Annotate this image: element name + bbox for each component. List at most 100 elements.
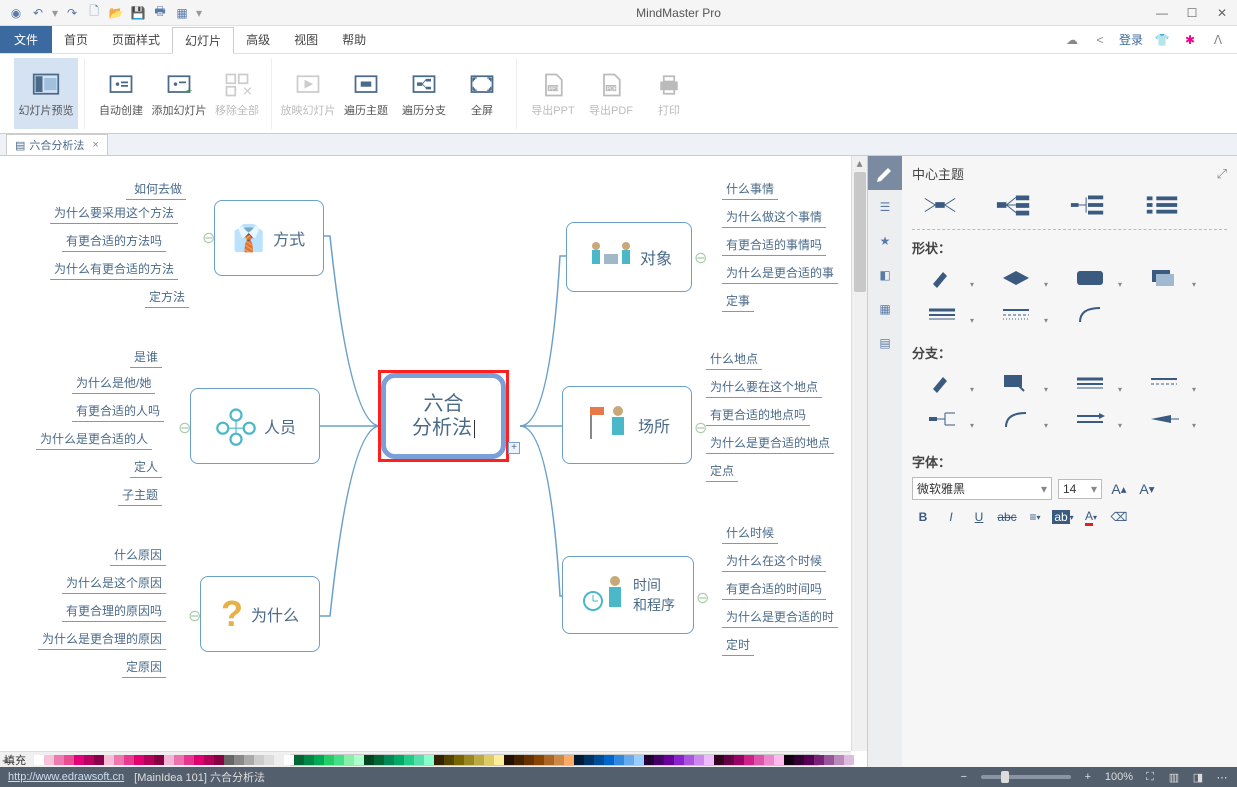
shadow-button[interactable]: ▾ (1134, 263, 1194, 293)
swatch[interactable] (784, 755, 794, 765)
swatch[interactable] (834, 755, 844, 765)
swatch[interactable] (614, 755, 624, 765)
swatch[interactable] (244, 755, 254, 765)
swatch[interactable] (154, 755, 164, 765)
swatch[interactable] (654, 755, 664, 765)
font-color-button[interactable]: A▾ (1080, 506, 1102, 528)
sub-object-4[interactable]: 定事 (722, 290, 754, 312)
sidetab-clip[interactable]: ◧ (868, 258, 902, 292)
swatch[interactable] (604, 755, 614, 765)
dash-style[interactable]: ▾ (986, 299, 1046, 329)
swatch[interactable] (724, 755, 734, 765)
swatch[interactable] (144, 755, 154, 765)
shape-selector[interactable]: ▾ (986, 263, 1046, 293)
swatch[interactable] (624, 755, 634, 765)
swatch[interactable] (504, 755, 514, 765)
cloud-icon[interactable]: ☁ (1063, 31, 1081, 49)
swatch[interactable] (714, 755, 724, 765)
swatch[interactable] (474, 755, 484, 765)
branch-why[interactable]: ? 为什么 (200, 576, 320, 652)
branch-format[interactable]: ▾ (986, 368, 1046, 398)
swatch[interactable] (214, 755, 224, 765)
globe-icon[interactable]: ◉ (8, 5, 24, 21)
panel-toggle-icon[interactable]: ◨ (1191, 770, 1205, 784)
swatch[interactable] (364, 755, 374, 765)
swatch[interactable] (164, 755, 174, 765)
swatch[interactable] (94, 755, 104, 765)
collapse-icon[interactable]: ⊖ (696, 588, 709, 608)
increase-font-button[interactable]: A▴ (1108, 478, 1130, 500)
swatch[interactable] (634, 755, 644, 765)
swatch[interactable] (764, 755, 774, 765)
branch-fill[interactable]: ▾ (912, 368, 972, 398)
swatch[interactable] (704, 755, 714, 765)
swatch[interactable] (124, 755, 134, 765)
swatch[interactable] (644, 755, 654, 765)
font-size-select[interactable]: 14▾ (1058, 479, 1102, 499)
swatch[interactable] (254, 755, 264, 765)
sub-time-1[interactable]: 为什么在这个时候 (722, 550, 826, 572)
underline-button[interactable]: U (968, 506, 990, 528)
swatch[interactable] (344, 755, 354, 765)
sub-method-0[interactable]: 如何去做 (126, 178, 186, 200)
style-org[interactable] (1060, 191, 1116, 219)
close-tab-icon[interactable]: × (92, 139, 98, 151)
fill-color-button[interactable]: ▾ (912, 263, 972, 293)
palette-swatches[interactable] (34, 755, 854, 765)
swatch[interactable] (274, 755, 284, 765)
center-topic-text[interactable]: 六合 分析法 (381, 373, 506, 459)
swatch[interactable] (454, 755, 464, 765)
sub-why-1[interactable]: 为什么是这个原因 (62, 572, 166, 594)
swatch[interactable] (414, 755, 424, 765)
swatch[interactable] (114, 755, 124, 765)
style-radial[interactable] (912, 191, 968, 219)
more-icon[interactable]: ⋯ (1215, 770, 1229, 784)
zoom-in-icon[interactable]: + (1081, 770, 1095, 784)
collapse-icon[interactable]: ⊖ (188, 606, 201, 626)
line-style[interactable]: ▾ (912, 299, 972, 329)
document-tab[interactable]: ▤ 六合分析法 × (6, 134, 108, 155)
redo-icon[interactable]: ↷ (64, 5, 80, 21)
sub-people-3[interactable]: 为什么是更合适的人 (36, 428, 152, 450)
tab-home[interactable]: 首页 (52, 26, 100, 53)
sidetab-badge[interactable]: ★ (868, 224, 902, 258)
save-icon[interactable]: 💾 (130, 5, 146, 21)
swatch[interactable] (394, 755, 404, 765)
swatch[interactable] (754, 755, 764, 765)
swatch[interactable] (534, 755, 544, 765)
sub-people-5[interactable]: 子主题 (118, 484, 162, 506)
sidetab-calendar[interactable]: ▤ (868, 326, 902, 360)
swatch[interactable] (664, 755, 674, 765)
swatch[interactable] (84, 755, 94, 765)
rounded-rect[interactable]: ▾ (1060, 263, 1120, 293)
corner-style[interactable] (1060, 299, 1120, 329)
swatch[interactable] (774, 755, 784, 765)
tab-help[interactable]: 帮助 (330, 26, 378, 53)
swatch[interactable] (674, 755, 684, 765)
swatch[interactable] (814, 755, 824, 765)
swatch[interactable] (734, 755, 744, 765)
branch-arrow[interactable]: ▾ (1060, 404, 1120, 434)
swatch[interactable] (594, 755, 604, 765)
minimize-icon[interactable]: — (1155, 6, 1169, 20)
file-menu-button[interactable]: 文件 (0, 26, 52, 53)
expand-panel-icon[interactable]: ⤢ (1217, 166, 1227, 182)
swatch[interactable] (234, 755, 244, 765)
sidetab-list[interactable]: ☰ (868, 190, 902, 224)
sub-time-3[interactable]: 为什么是更合适的时 (722, 606, 838, 628)
maximize-icon[interactable]: ☐ (1185, 6, 1199, 20)
style-list[interactable] (1134, 191, 1190, 219)
branch-tapered[interactable]: ▾ (1134, 404, 1194, 434)
traverse-topic-button[interactable]: 遍历主题 (338, 58, 394, 129)
vertical-scrollbar[interactable]: ▴ (851, 156, 867, 751)
sub-place-4[interactable]: 定点 (706, 460, 738, 482)
close-icon[interactable]: ✕ (1215, 6, 1229, 20)
print-icon[interactable]: 🖶 (152, 5, 168, 21)
sub-people-2[interactable]: 有更合适的人吗 (72, 400, 164, 422)
swatch[interactable] (554, 755, 564, 765)
sub-place-3[interactable]: 为什么是更合适的地点 (706, 432, 834, 454)
canvas[interactable]: 六合 分析法 + 👔 方式 ⊖ 如何去做 为什么要采用这个方法 有更合适的方法吗… (0, 156, 867, 767)
bold-button[interactable]: B (912, 506, 934, 528)
add-child-icon[interactable]: + (508, 442, 520, 454)
tab-view[interactable]: 视图 (282, 26, 330, 53)
